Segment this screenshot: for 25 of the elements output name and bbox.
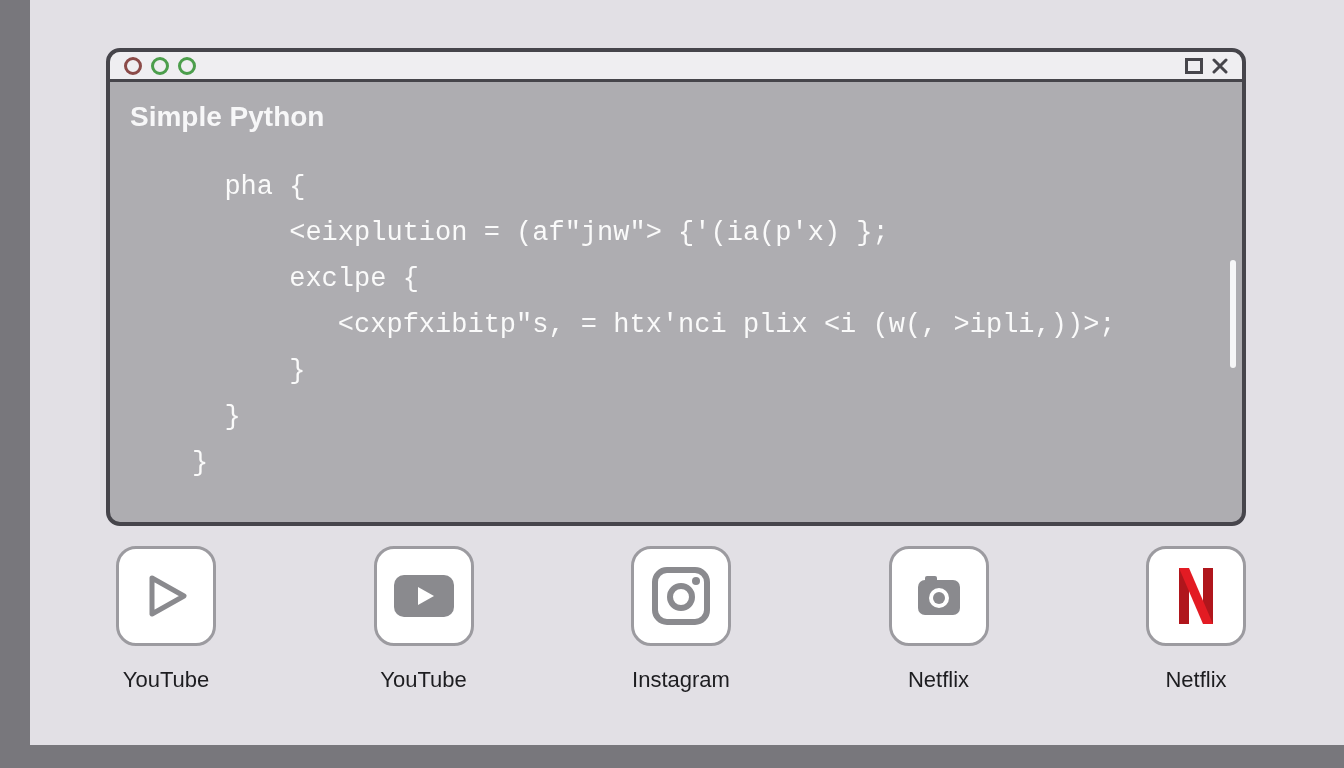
close-icon[interactable] bbox=[1212, 57, 1228, 74]
maximize-icon[interactable] bbox=[1185, 57, 1203, 74]
app-label: Netflix bbox=[1165, 666, 1227, 694]
code-line: <cxpfxibitp"s, = htx'nci plix <i (w(, >ipli,))>; bbox=[336, 309, 1116, 342]
netflix-logo-icon bbox=[1179, 568, 1213, 624]
app-tile[interactable] bbox=[888, 546, 989, 646]
code-line: } bbox=[288, 355, 306, 388]
video-play-icon bbox=[392, 574, 455, 618]
app-label: Instagram bbox=[632, 666, 730, 694]
code-line: pha { bbox=[223, 171, 306, 204]
app-tile[interactable] bbox=[1146, 546, 1246, 646]
code-line: <eixplution = (af"jnw"> {'(ia(p'x) }; bbox=[288, 217, 889, 250]
app-label: Netflix bbox=[907, 666, 970, 694]
app-label: YouTube bbox=[122, 666, 210, 694]
scrollbar-thumb[interactable] bbox=[1230, 260, 1236, 368]
app-label: YouTube bbox=[380, 666, 467, 694]
camera-icon bbox=[916, 576, 961, 616]
window-title: Simple Python bbox=[130, 100, 326, 134]
app-tile[interactable] bbox=[373, 546, 474, 646]
app-tile[interactable] bbox=[631, 546, 731, 646]
code-line: exclpe { bbox=[288, 263, 419, 296]
code-line: } bbox=[223, 401, 241, 434]
code-line: } bbox=[192, 447, 209, 480]
app-tile[interactable] bbox=[116, 546, 216, 646]
camera-icon bbox=[651, 566, 711, 626]
